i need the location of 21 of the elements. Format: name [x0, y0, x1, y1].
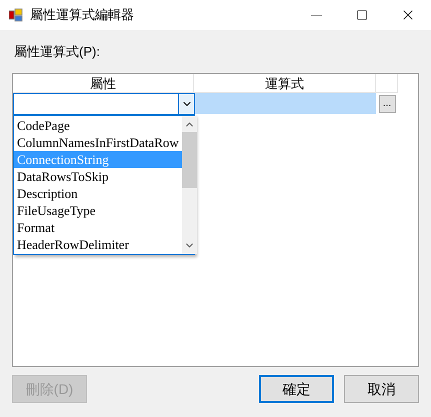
scrollbar-thumb[interactable] — [182, 132, 197, 188]
column-header[interactable] — [376, 74, 398, 93]
ok-button[interactable]: 確定 — [259, 375, 334, 403]
dropdown-item[interactable]: HeaderRowDelimiter — [14, 236, 182, 253]
app-icon — [9, 8, 23, 22]
expression-cell[interactable] — [195, 93, 376, 114]
dropdown-button[interactable] — [178, 94, 194, 114]
cancel-button[interactable]: 取消 — [344, 375, 419, 403]
dropdown-item[interactable]: Description — [14, 185, 182, 202]
dropdown-item[interactable]: FileUsageType — [14, 202, 182, 219]
ellipsis-button[interactable]: ... — [378, 95, 396, 113]
dropdown-item[interactable]: ColumnNamesInFirstDataRow — [14, 134, 182, 151]
dropdown-item[interactable]: Format — [14, 219, 182, 236]
minimize-icon — [310, 14, 322, 16]
dropdown-item[interactable]: CodePage — [14, 117, 182, 134]
maximize-icon — [356, 9, 368, 21]
scrollbar[interactable] — [182, 116, 197, 254]
property-combo[interactable] — [13, 93, 195, 115]
dropdown-item[interactable]: DataRowsToSkip — [14, 168, 182, 185]
window-title: 屬性運算式編輯器 — [30, 6, 134, 24]
grid-label: 屬性運算式(P): — [14, 43, 101, 61]
